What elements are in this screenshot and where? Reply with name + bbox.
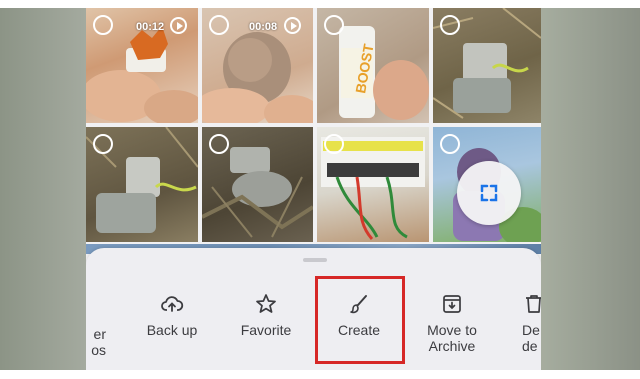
move-to-archive-button[interactable]: Move to Archive xyxy=(416,292,488,370)
sheet-handle[interactable] xyxy=(303,258,327,262)
action-label: de xyxy=(522,338,538,354)
action-label: De xyxy=(522,322,540,338)
photo-tile[interactable] xyxy=(433,8,541,123)
action-label: Back up xyxy=(146,322,198,338)
photo-tile[interactable]: BOOST xyxy=(317,8,429,123)
photo-tile[interactable]: 00:12 xyxy=(86,8,198,123)
action-label: Favorite xyxy=(240,322,292,338)
favorite-button[interactable]: Favorite xyxy=(230,292,302,370)
select-circle[interactable] xyxy=(209,134,229,154)
action-partial-left[interactable]: er os xyxy=(86,296,106,370)
photo-tile[interactable] xyxy=(317,127,429,242)
play-icon xyxy=(170,17,187,34)
blurred-side-right xyxy=(541,8,640,370)
action-label: Move to xyxy=(427,322,477,338)
back-up-button[interactable]: Back up xyxy=(136,292,208,370)
video-duration: 00:08 xyxy=(249,21,278,33)
partial-icon xyxy=(86,296,100,320)
photo-tile[interactable] xyxy=(86,127,198,242)
action-label: Archive xyxy=(428,338,476,354)
play-icon xyxy=(284,17,301,34)
cloud-upload-icon xyxy=(161,296,184,312)
select-circle[interactable] xyxy=(440,15,460,35)
select-circle[interactable] xyxy=(324,15,344,35)
select-circle[interactable] xyxy=(209,15,229,35)
select-circle[interactable] xyxy=(93,15,113,35)
select-circle[interactable] xyxy=(440,134,460,154)
action-label: er xyxy=(93,326,106,342)
expand-button[interactable] xyxy=(457,161,521,225)
phone-screen: 00:12 00:08 BOOST er os Back up Favorite… xyxy=(86,8,541,370)
photo-tile[interactable] xyxy=(202,127,313,242)
photo-tile[interactable]: 00:08 xyxy=(202,8,313,123)
trash-icon xyxy=(526,295,541,313)
archive-icon xyxy=(443,295,461,313)
video-duration: 00:12 xyxy=(136,21,165,33)
action-label: os xyxy=(91,342,106,358)
actions-sheet: er os Back up Favorite Create Move to Ar… xyxy=(86,248,541,370)
blurred-side-left xyxy=(0,8,86,370)
select-circle[interactable] xyxy=(93,134,113,154)
highlight-box xyxy=(315,276,405,364)
expand-corners-icon xyxy=(480,184,498,202)
action-partial-right[interactable]: De de xyxy=(522,292,541,370)
star-icon xyxy=(256,294,276,313)
select-circle[interactable] xyxy=(324,134,344,154)
video-frame: 00:12 00:08 BOOST er os Back up Favorite… xyxy=(0,0,640,379)
